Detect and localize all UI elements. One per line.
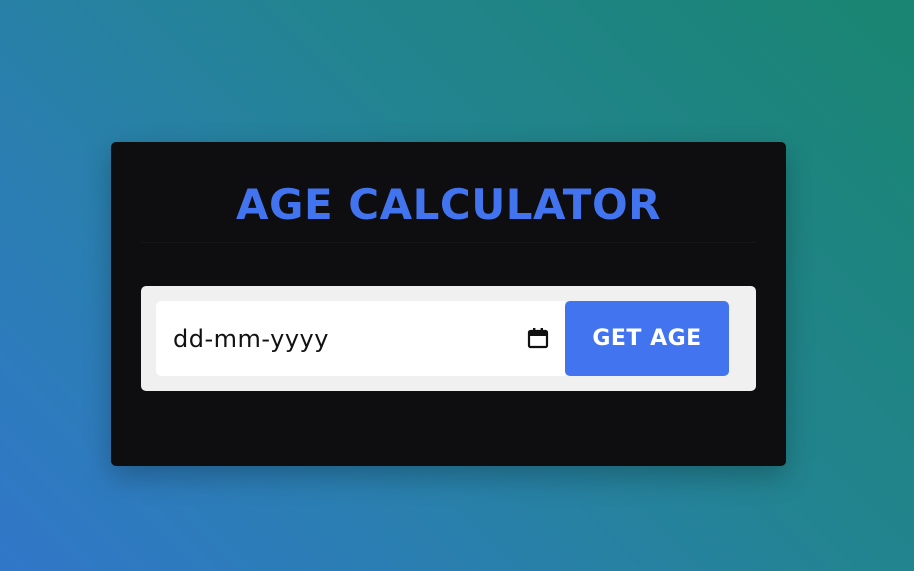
age-calculator-card: AGE CALCULATOR dd-mm-yyyy GET AGE (111, 142, 786, 466)
calendar-icon[interactable] (527, 327, 549, 349)
page-title: AGE CALCULATOR (235, 180, 661, 229)
birth-date-input[interactable]: dd-mm-yyyy (156, 301, 565, 376)
get-age-button[interactable]: GET AGE (565, 301, 729, 376)
input-panel: dd-mm-yyyy GET AGE (141, 286, 756, 391)
title-divider (141, 242, 756, 243)
date-input-placeholder: dd-mm-yyyy (173, 324, 329, 353)
